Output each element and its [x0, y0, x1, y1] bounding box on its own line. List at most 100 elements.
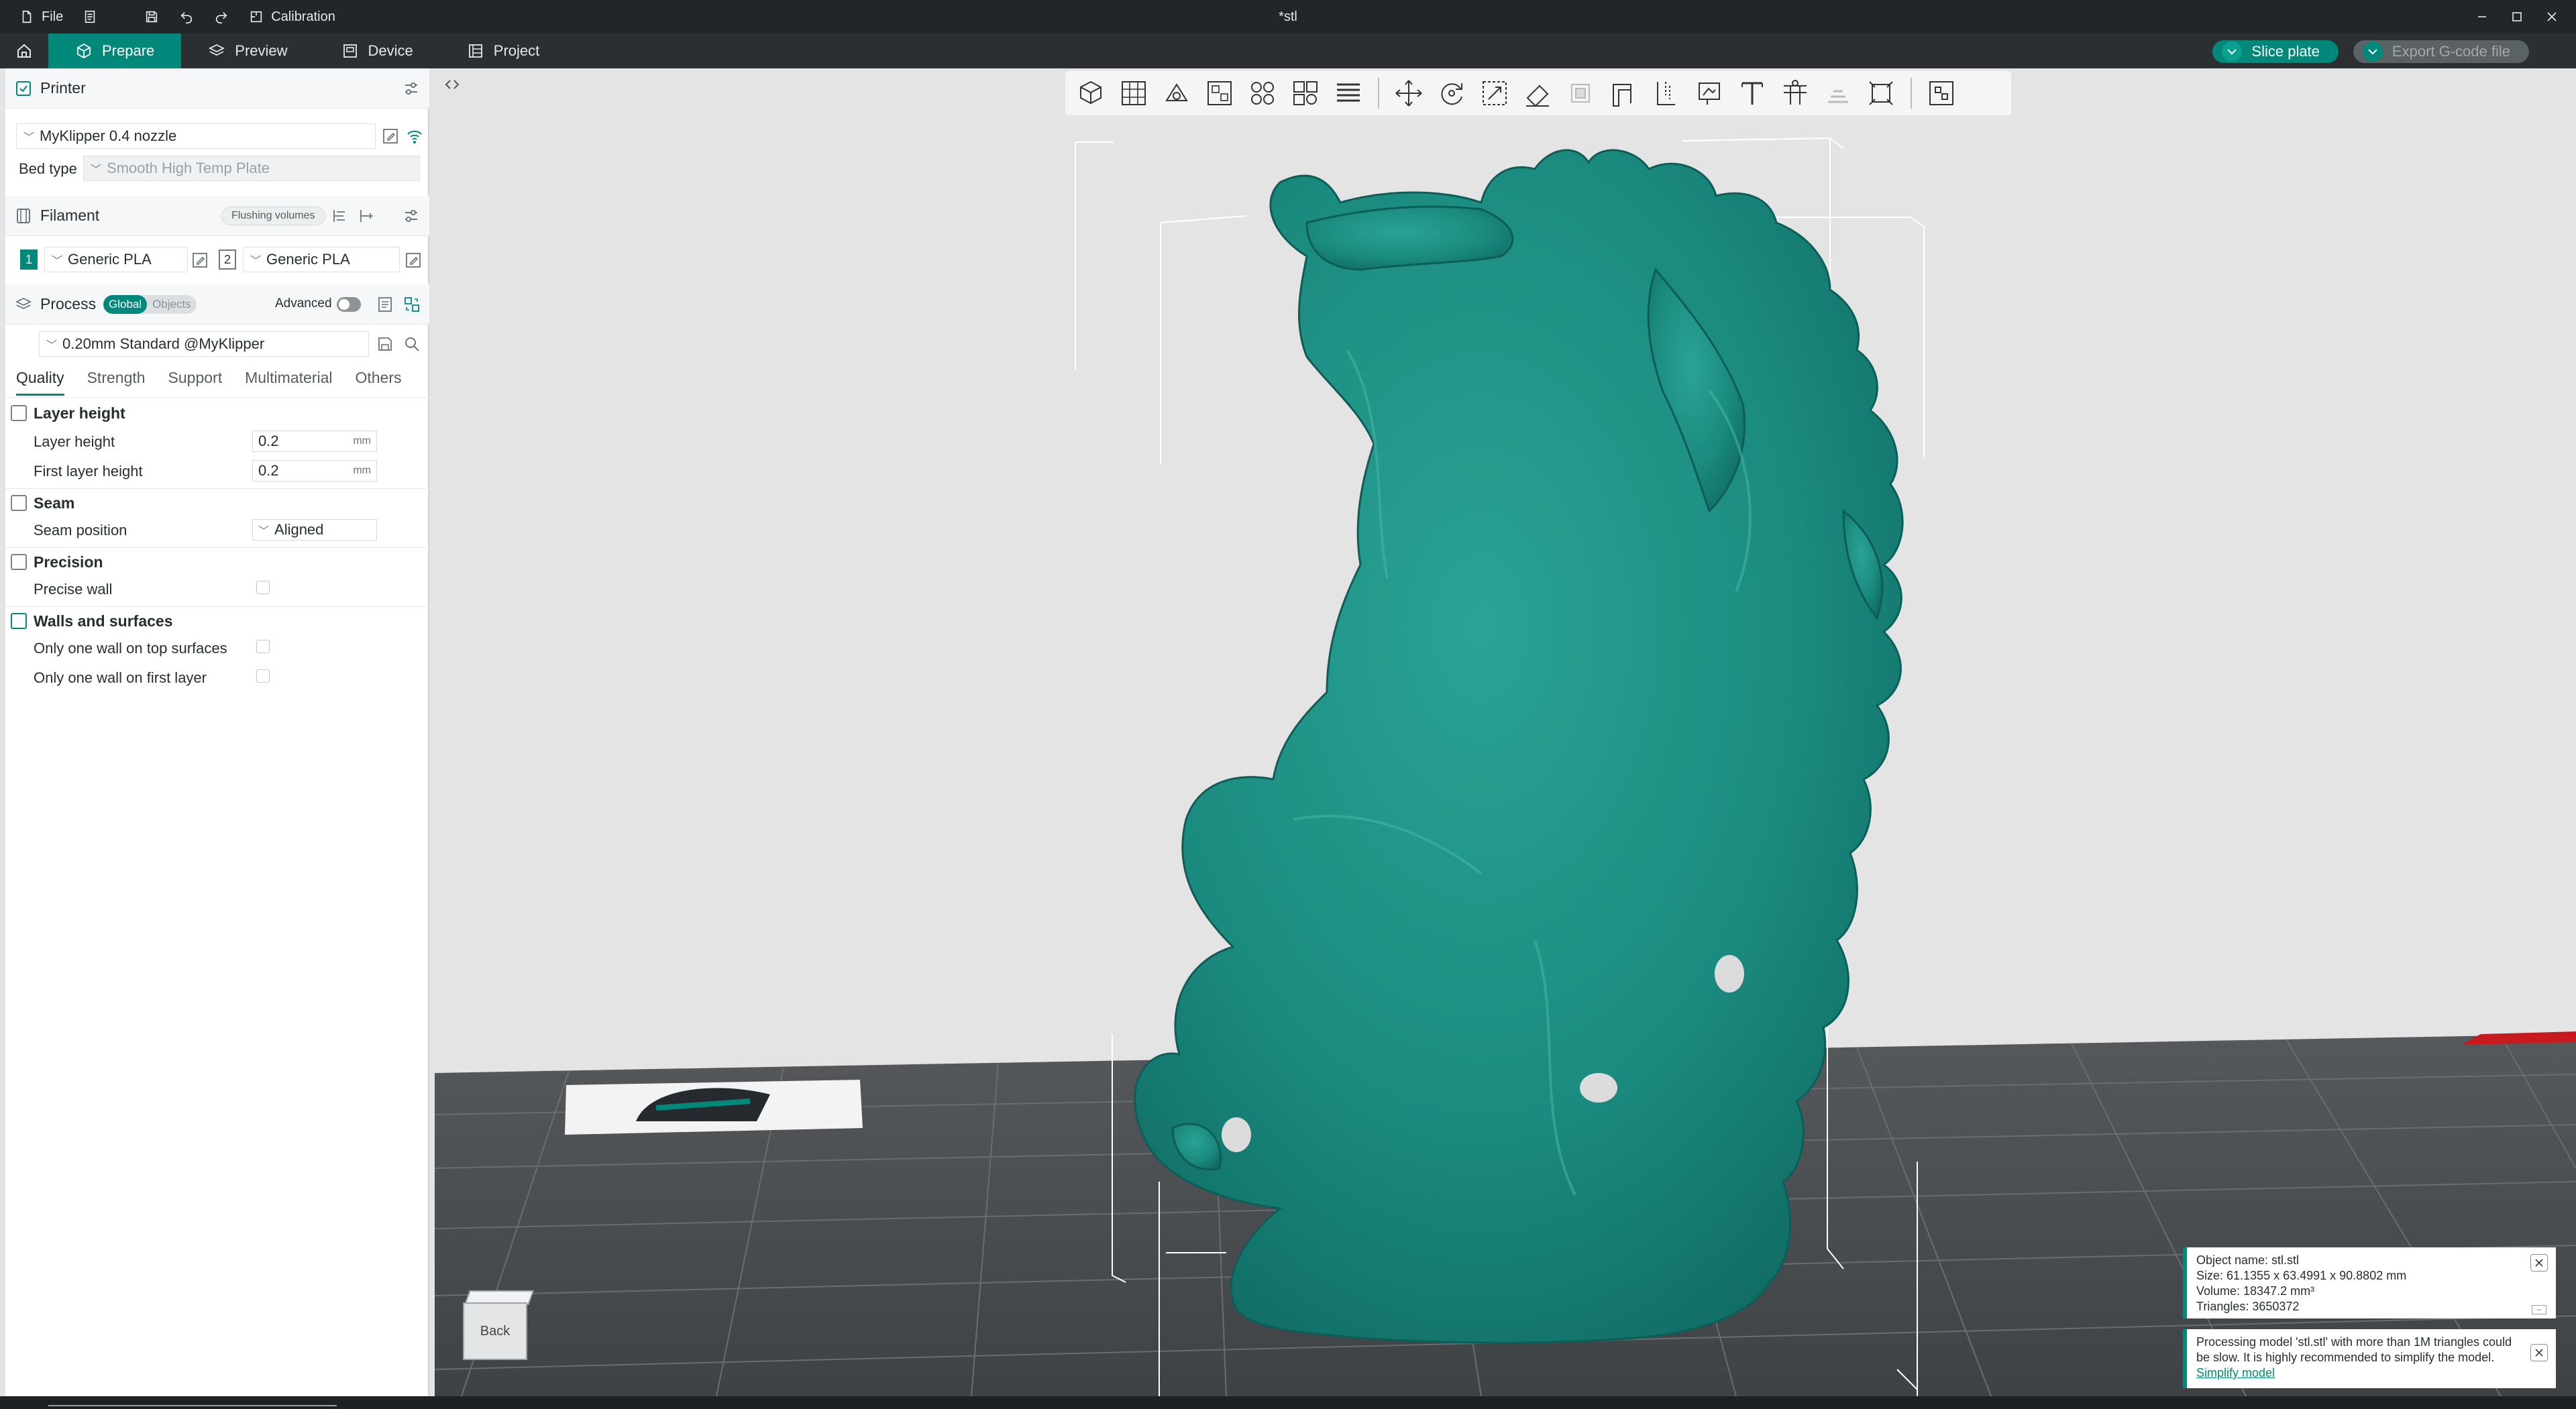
maximize-button[interactable] [2500, 0, 2534, 34]
color-paint-tool[interactable] [1690, 74, 1728, 112]
scale-icon [1483, 81, 1507, 105]
collapse-sidebar-button[interactable] [440, 72, 464, 97]
add-plate-button[interactable] [1115, 74, 1152, 112]
process-preset-select[interactable]: ﹀ 0.20mm Standard @MyKlipper [39, 331, 369, 357]
variable-layer-button[interactable] [1330, 74, 1367, 112]
tab-support[interactable]: Support [168, 369, 223, 396]
simplify-model-link[interactable]: Simplify model [2196, 1366, 2275, 1379]
advanced-toggle[interactable] [337, 297, 361, 312]
global-option[interactable]: Global [103, 295, 148, 314]
add-object-button[interactable] [1072, 74, 1110, 112]
tab-preview[interactable]: Preview [181, 34, 314, 68]
bed-type-label: Bed type [19, 160, 77, 177]
support-paint-tool[interactable] [1605, 74, 1642, 112]
tab-quality[interactable]: Quality [16, 369, 64, 396]
tab-device[interactable]: Device [315, 34, 440, 68]
add-filament-icon[interactable] [357, 207, 376, 225]
assembly-view-button[interactable] [1923, 74, 1960, 112]
notes-button[interactable] [72, 0, 107, 34]
edit-icon[interactable] [381, 127, 400, 146]
close-info-button[interactable] [2530, 1254, 2548, 1272]
measure-icon [1869, 81, 1893, 105]
mesh-boolean-tool[interactable] [1776, 74, 1814, 112]
precise-wall-checkbox[interactable] [256, 581, 270, 594]
home-icon [17, 44, 31, 58]
layer-height-input[interactable]: 0.2 mm [252, 431, 377, 452]
wifi-icon[interactable] [405, 127, 424, 146]
view-navigation-cube[interactable]: Back [463, 1290, 535, 1364]
compare-icon[interactable] [402, 295, 421, 314]
one-wall-first-checkbox[interactable] [256, 669, 270, 683]
close-warning-button[interactable] [2530, 1344, 2548, 1361]
arrange-button[interactable] [1201, 74, 1238, 112]
text-tool[interactable] [1733, 74, 1771, 112]
bed-type-select[interactable]: ﹀ Smooth High Temp Plate [83, 156, 420, 181]
move-tool[interactable] [1390, 74, 1428, 112]
object-size-text: Size: 61.1355 x 63.4991 x 90.8802 mm [2196, 1269, 2407, 1282]
measure-tool[interactable] [1862, 74, 1900, 112]
save-icon [144, 9, 160, 25]
flushing-volumes-button[interactable]: Flushing volumes [221, 207, 325, 225]
chevron-down-icon[interactable] [2362, 42, 2383, 62]
tab-multimaterial[interactable]: Multimaterial [245, 369, 332, 396]
grid-icon [1122, 81, 1146, 105]
printer-preset-select[interactable]: ﹀ MyKlipper 0.4 nozzle [16, 123, 376, 149]
tab-prepare[interactable]: Prepare [48, 34, 182, 68]
layer-height-group: Layer height [5, 400, 429, 427]
flushing-volumes-label: Flushing volumes [231, 210, 315, 221]
seam-paint-icon [1657, 82, 1675, 105]
redo-icon [213, 9, 229, 25]
scale-tool[interactable] [1476, 74, 1513, 112]
emboss-tool[interactable] [1819, 74, 1857, 112]
settings-sliders-icon[interactable] [402, 80, 420, 97]
filament-section-header[interactable]: Filament Flushing volumes [5, 196, 429, 236]
notes-icon[interactable] [376, 295, 394, 314]
search-icon[interactable] [402, 335, 421, 353]
toolbar-separator [1911, 78, 1912, 109]
edit-icon[interactable] [191, 251, 209, 270]
seam-paint-tool[interactable] [1648, 74, 1685, 112]
tab-strength[interactable]: Strength [87, 369, 146, 396]
calibration-menu[interactable]: Calibration [239, 0, 345, 34]
auto-orient-button[interactable] [1158, 74, 1195, 112]
minimize-button[interactable] [2465, 0, 2500, 34]
tab-project[interactable]: Project [440, 34, 566, 68]
export-gcode-button[interactable]: Export G-code file [2353, 40, 2529, 63]
filament-slot-2-select[interactable]: ﹀ Generic PLA [243, 247, 400, 272]
walls-surfaces-group-title: Walls and surfaces [34, 612, 173, 630]
cut-tool[interactable] [1562, 74, 1599, 112]
printer-section-header[interactable]: Printer [5, 68, 429, 109]
edit-icon[interactable] [404, 251, 423, 270]
seam-position-select[interactable]: ﹀ Aligned [252, 519, 377, 541]
warning-text: Processing model 'stl.stl' with more tha… [2196, 1335, 2512, 1364]
close-window-button[interactable] [2534, 0, 2569, 34]
rotate-tool[interactable] [1433, 74, 1470, 112]
split-objects-button[interactable] [1244, 74, 1281, 112]
cube-icon [77, 43, 91, 59]
lay-on-face-tool[interactable] [1519, 74, 1556, 112]
first-layer-height-input[interactable]: 0.2 mm [252, 460, 377, 482]
redo-button[interactable] [204, 0, 239, 34]
walls-surfaces-group: Walls and surfaces [5, 608, 429, 634]
remove-filament-icon[interactable] [330, 207, 349, 225]
split-parts-button[interactable] [1287, 74, 1324, 112]
slice-plate-button[interactable]: Slice plate [2212, 40, 2339, 63]
export-gcode-label: Export G-code file [2392, 43, 2510, 60]
save-button[interactable] [134, 0, 169, 34]
settings-sliders-icon[interactable] [402, 207, 420, 225]
filament-slot-1-select[interactable]: ﹀ Generic PLA [44, 247, 188, 272]
filament-icon [15, 207, 32, 225]
3d-scene[interactable] [435, 68, 2576, 1396]
undo-button[interactable] [169, 0, 204, 34]
home-button[interactable] [0, 34, 48, 68]
minimize-info-button[interactable]: – [2532, 1305, 2546, 1314]
cube-back-face[interactable]: Back [463, 1302, 527, 1360]
3d-viewport[interactable]: Back [435, 68, 2576, 1396]
one-wall-top-checkbox[interactable] [256, 640, 270, 653]
process-section-header[interactable]: Process Global Objects Advanced [5, 284, 429, 325]
save-preset-icon[interactable] [376, 335, 394, 353]
objects-option[interactable]: Objects [147, 295, 197, 314]
chevron-down-icon[interactable] [2222, 42, 2243, 62]
tab-others[interactable]: Others [355, 369, 401, 396]
file-menu[interactable]: File [9, 0, 72, 34]
